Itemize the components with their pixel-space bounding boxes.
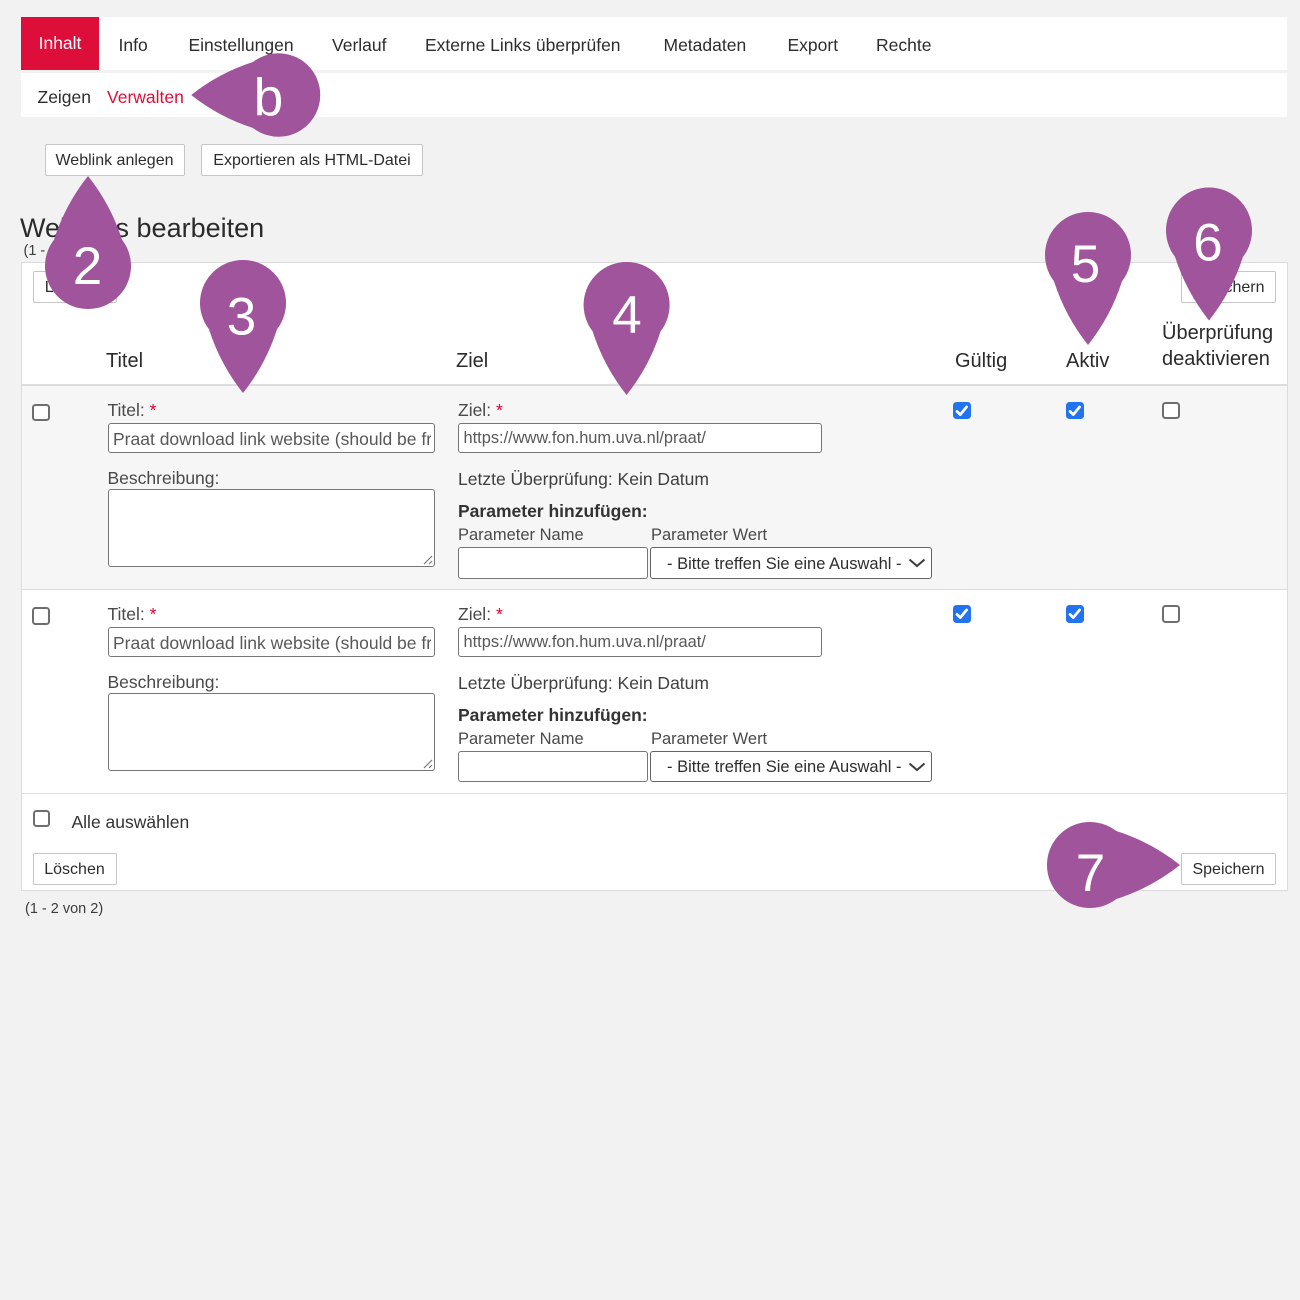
svg-text:2: 2: [73, 237, 102, 296]
svg-text:7: 7: [1076, 844, 1105, 903]
svg-text:4: 4: [612, 286, 641, 345]
svg-text:6: 6: [1193, 214, 1222, 273]
svg-text:b: b: [254, 69, 283, 128]
svg-text:3: 3: [227, 288, 256, 347]
svg-text:5: 5: [1071, 235, 1100, 294]
